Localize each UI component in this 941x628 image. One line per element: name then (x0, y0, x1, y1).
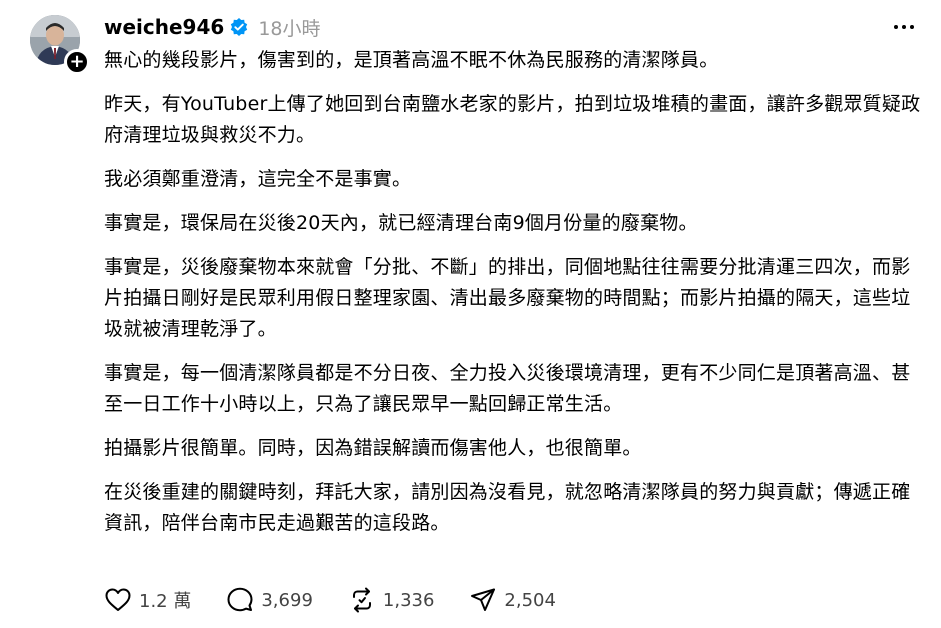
like-button[interactable]: 1.2 萬 (103, 585, 191, 615)
repost-icon (352, 587, 371, 613)
more-options-button[interactable] (889, 17, 919, 37)
more-horizontal-icon (894, 25, 914, 29)
send-icon (471, 588, 496, 611)
post-paragraph: 事實是，環保局在災後20天內，就已經清理台南9個月份量的廢棄物。 (104, 212, 698, 234)
repost-button[interactable]: 1,336 (347, 585, 435, 615)
post-paragraph: 我必須鄭重澄清，這完全不是事實。 (104, 168, 412, 190)
action-bar: 1.2 萬 3,699 1,336 2,504 (103, 585, 590, 615)
post-body: 無心的幾段影片，傷害到的，是頂著高溫不眠不休為民服務的清潔隊員。 昨天，有You… (104, 45, 926, 552)
heart-icon (105, 588, 131, 611)
repost-count: 1,336 (382, 589, 435, 611)
post-paragraph: 在災後重建的關鍵時刻，拜託大家，請別因為沒看見，就忽略清潔隊員的努力與貢獻；傳遞… (104, 481, 911, 534)
like-count: 1.2 萬 (139, 591, 192, 612)
share-button[interactable]: 2,504 (468, 585, 556, 615)
threads-post: + weiche946 18小時 無心的幾段影片，傷害到的，是頂著高溫不眠不休為… (0, 0, 941, 628)
comment-count: 3,699 (261, 589, 313, 611)
comment-icon (227, 587, 253, 612)
comment-button[interactable]: 3,699 (225, 585, 313, 615)
timestamp[interactable]: 18小時 (258, 14, 320, 41)
post-paragraph: 事實是，災後廢棄物本來就會「分批、不斷」的排出，同個地點往往需要分批清運三四次，… (104, 256, 911, 340)
post-paragraph: 昨天，有YouTuber上傳了她回到台南鹽水老家的影片，拍到垃圾堆積的畫面，讓許… (104, 93, 921, 146)
verified-badge-icon (229, 17, 249, 37)
post-paragraph: 拍攝影片很簡單。同時，因為錯誤解讀而傷害他人，也很簡單。 (104, 437, 642, 459)
username[interactable]: weiche946 (104, 15, 224, 39)
post-header: weiche946 18小時 (104, 13, 321, 41)
post-paragraph: 無心的幾段影片，傷害到的，是頂著高溫不眠不休為民服務的清潔隊員。 (104, 49, 719, 71)
plus-icon: + (69, 51, 85, 72)
follow-button[interactable]: + (64, 49, 90, 75)
post-paragraph: 事實是，每一個清潔隊員都是不分日夜、全力投入災後環境清理，更有不少同仁是頂著高溫… (104, 362, 911, 415)
share-count: 2,504 (504, 589, 556, 611)
